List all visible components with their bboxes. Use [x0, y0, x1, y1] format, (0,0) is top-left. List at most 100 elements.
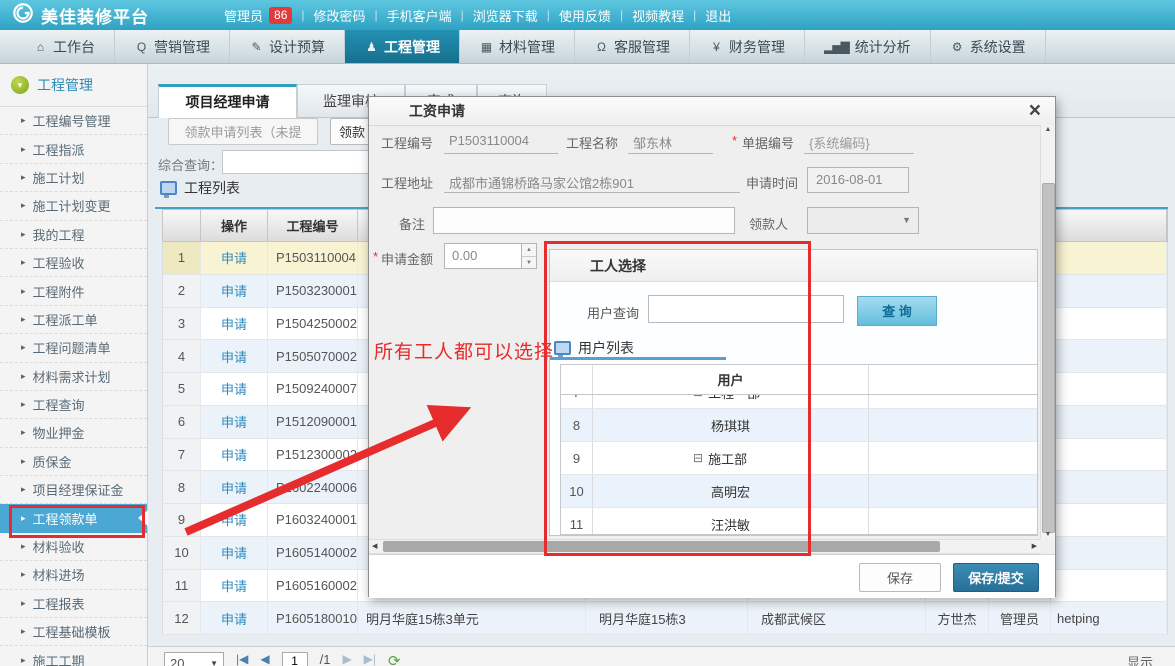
account-cell [1051, 275, 1167, 307]
prev-page-icon[interactable]: ◀ [260, 652, 269, 666]
page-number-input[interactable] [282, 652, 308, 666]
menu-divider: | [547, 8, 550, 22]
save-submit-button[interactable]: 保存/提交 [953, 563, 1039, 592]
sidebar-item[interactable]: ▸ 项目经理保证金 [0, 476, 147, 504]
sidebar-menu: ▸ 工程编号管理 ▸ 工程指派 ▸ 施工计划 ▸ 施工计划变更 [0, 107, 147, 666]
nav-item-icon: ▂▅▇ [824, 40, 849, 54]
sidebar-item-label: 材料验收 [33, 537, 85, 556]
sidebar-item[interactable]: ▸ 工程基础模板 [0, 618, 147, 646]
district-cell: 成都武候区 [748, 602, 926, 634]
next-page-icon[interactable]: ▶ [342, 652, 351, 666]
top-menu-link[interactable]: 使用反馈 [559, 6, 611, 25]
page-size-select[interactable]: 20 ▼ [164, 652, 224, 666]
top-menu-link[interactable]: 手机客户端 [387, 6, 452, 25]
vertical-scrollbar[interactable]: ▲ ▼ [1040, 125, 1055, 539]
row-number: 2 [163, 275, 201, 307]
nav-item[interactable]: Ω 客服管理 [575, 30, 690, 63]
nav-item[interactable]: ¥ 财务管理 [690, 30, 805, 63]
close-icon[interactable]: × [1029, 98, 1041, 124]
sidebar-item[interactable]: ▸ 工程验收 [0, 249, 147, 277]
apply-link[interactable]: 申请 [221, 609, 247, 628]
sidebar-item[interactable]: ▸ 工程编号管理 [0, 107, 147, 135]
last-page-icon[interactable]: ▶| [364, 652, 376, 666]
top-menu-link[interactable]: 视频教程 [632, 6, 684, 25]
apply-link[interactable]: 申请 [221, 543, 247, 562]
row-number: 4 [163, 340, 201, 372]
scroll-down-icon[interactable]: ▼ [1041, 531, 1055, 538]
nav-item-icon: Q [134, 40, 148, 54]
bullet-icon: ▸ [21, 399, 26, 410]
top-menu-link[interactable]: 浏览器下载 [473, 6, 538, 25]
table-row[interactable]: 12 申请 P1605180010 明月华庭15栋3单元 明月华庭15栋3 成都… [162, 602, 1168, 635]
sidebar-item[interactable]: ▸ 工程附件 [0, 277, 147, 305]
sidebar-item[interactable]: ▸ 工程派工单 [0, 306, 147, 334]
scroll-right-icon[interactable]: ▶ [1032, 542, 1037, 550]
nav-item[interactable]: ▂▅▇ 统计分析 [805, 30, 931, 63]
row-number: 11 [163, 570, 201, 602]
payee-label: 领款人 [749, 214, 788, 233]
apply-link[interactable]: 申请 [221, 347, 247, 366]
apply-link[interactable]: 申请 [221, 478, 247, 497]
sidebar-item-label: 工程附件 [33, 282, 85, 301]
nav-item[interactable]: ⚙ 系统设置 [931, 30, 1046, 63]
top-menu-link[interactable]: 修改密码 [314, 6, 366, 25]
page-total-label: /1 [320, 652, 331, 666]
apply-link[interactable]: 申请 [221, 379, 247, 398]
nav-item-icon: Ω [594, 40, 608, 54]
spin-down-icon[interactable]: ▼ [522, 257, 536, 269]
sidebar-item[interactable]: ▸ 我的工程 [0, 221, 147, 249]
vertical-scrollbar-thumb[interactable] [1042, 183, 1055, 533]
scroll-up-icon[interactable]: ▲ [1041, 126, 1055, 133]
scroll-left-icon[interactable]: ◀ [372, 542, 377, 550]
account-cell [1051, 308, 1167, 340]
sidebar-item[interactable]: ▸ 材料需求计划 [0, 363, 147, 391]
bullet-icon: ▸ [21, 427, 26, 438]
user-label[interactable]: 管理员 [224, 6, 263, 25]
apply-link[interactable]: 申请 [221, 281, 247, 300]
payee-select[interactable]: ▼ [807, 207, 919, 234]
user-search-button[interactable]: 查 询 [857, 296, 937, 326]
content-tab[interactable]: 项目经理申请 [158, 84, 297, 118]
sidebar-item[interactable]: ▸ 工程问题清单 [0, 334, 147, 362]
spin-up-icon[interactable]: ▲ [522, 244, 536, 257]
role-cell: 管理员 [989, 602, 1051, 634]
remark-input[interactable] [433, 207, 735, 234]
sidebar-item[interactable]: ▸ 工程查询 [0, 391, 147, 419]
apply-link[interactable]: 申请 [221, 412, 247, 431]
amount-input[interactable]: 0.00 [444, 243, 522, 269]
apply-link[interactable]: 申请 [221, 576, 247, 595]
sidebar-item[interactable]: ▸ 工程报表 [0, 590, 147, 618]
apply-link[interactable]: 申请 [221, 510, 247, 529]
collapse-icon[interactable]: ▾ [11, 76, 29, 94]
top-menu-link[interactable]: 退出 [705, 6, 731, 25]
apply-link[interactable]: 申请 [221, 248, 247, 267]
sidebar-item[interactable]: ▸ 施工计划 [0, 164, 147, 192]
apply-link[interactable]: 申请 [221, 445, 247, 464]
project-name-cell: 明月华庭15栋3单元 [358, 602, 586, 634]
save-button[interactable]: 保存 [859, 563, 941, 592]
sidebar-header[interactable]: ▾ 工程管理 [0, 64, 147, 107]
row-number: 9 [163, 504, 201, 536]
nav-item[interactable]: ✎ 设计预算 [230, 30, 345, 63]
nav-item[interactable]: ⌂ 工作台 [14, 30, 115, 63]
nav-item-label: 统计分析 [855, 37, 911, 57]
nav-item[interactable]: Q 营销管理 [115, 30, 230, 63]
tab-label: 项目经理申请 [186, 94, 270, 110]
nav-item[interactable]: ▦ 材料管理 [460, 30, 575, 63]
sidebar-item[interactable]: ▸ 材料进场 [0, 561, 147, 589]
row-number: 7 [163, 439, 201, 471]
refresh-icon[interactable]: ⟳ [388, 652, 401, 666]
sidebar-item[interactable]: ▸ 工程指派 [0, 135, 147, 163]
annotation-note: 所有工人都可以选择 [374, 337, 554, 364]
sidebar-item[interactable]: ▸ 物业押金 [0, 419, 147, 447]
first-page-icon[interactable]: |◀ [236, 652, 248, 666]
apply-date-input[interactable]: 2016-08-01 [807, 167, 909, 193]
apply-link[interactable]: 申请 [221, 314, 247, 333]
menu-divider: | [693, 8, 696, 22]
nav-item[interactable]: ♟ 工程管理 [345, 30, 460, 63]
project-code: P1504250002 [268, 308, 358, 340]
sidebar-item[interactable]: ▸ 质保金 [0, 448, 147, 476]
unsubmitted-list-button[interactable]: 领款申请列表（未提交） [168, 118, 318, 145]
sidebar-item[interactable]: ▸ 施工计划变更 [0, 192, 147, 220]
sidebar-item[interactable]: ▸ 施工工期 [0, 646, 147, 666]
